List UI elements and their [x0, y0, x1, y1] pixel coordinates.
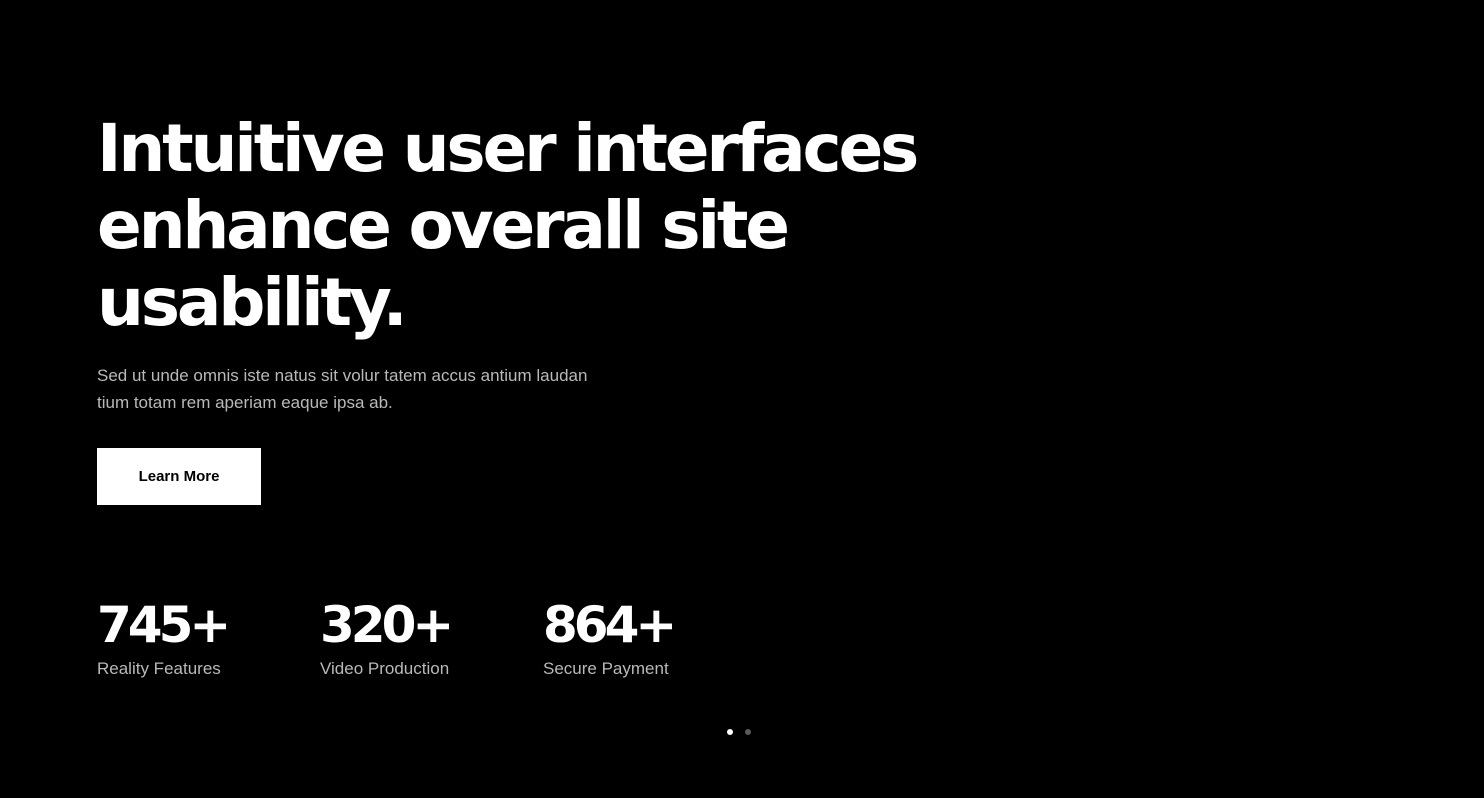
- stat-label: Video Production: [320, 659, 450, 678]
- hero-title-line: enhance overall site: [97, 187, 790, 264]
- slider-dot-2[interactable]: [745, 729, 751, 735]
- stat-label: Secure Payment: [543, 659, 669, 678]
- hero-description-line: tium totam rem aperiam eaque ipsa ab.: [97, 393, 393, 412]
- hero-description-line: Sed ut unde omnis iste natus sit volur t…: [97, 366, 588, 385]
- slider-dot-1[interactable]: [727, 729, 733, 735]
- hero-description: Sed ut unde omnis iste natus sit volur t…: [97, 362, 657, 416]
- stat-video-production: 320+ Video Production: [320, 596, 454, 680]
- stat-label: Reality Features: [97, 659, 221, 678]
- hero-title: Intuitive user interfaces enhance overal…: [97, 110, 997, 341]
- hero-title-line: usability.: [97, 264, 408, 341]
- slider-pagination: [727, 729, 751, 735]
- hero-title-line: Intuitive user interfaces: [97, 110, 919, 187]
- stat-reality-features: 745+ Reality Features: [97, 596, 231, 680]
- stat-value: 745+: [97, 596, 231, 654]
- learn-more-button[interactable]: Learn More: [97, 448, 261, 505]
- stat-value: 864+: [543, 596, 677, 654]
- stat-value: 320+: [320, 596, 454, 654]
- hero-section: Intuitive user interfaces enhance overal…: [97, 110, 997, 341]
- stat-secure-payment: 864+ Secure Payment: [543, 596, 677, 680]
